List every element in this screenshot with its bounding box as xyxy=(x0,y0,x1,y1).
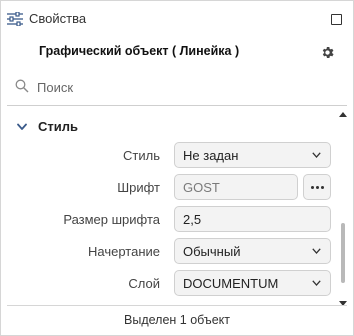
font-size-input[interactable]: 2,5 xyxy=(174,206,331,232)
typeface-style-value: Обычный xyxy=(183,243,241,259)
typeface-style-select[interactable]: Обычный xyxy=(174,238,331,264)
panel-header: Свойства xyxy=(1,1,353,37)
font-browse-button[interactable] xyxy=(303,174,331,200)
search-box xyxy=(15,77,335,97)
ellipsis-icon xyxy=(310,185,314,189)
font-field: GOST xyxy=(174,174,298,200)
selection-status: Выделен 1 объект xyxy=(124,313,230,327)
panel-title: Свойства xyxy=(29,11,87,26)
search-icon xyxy=(15,79,29,93)
typeface-style-label: Начертание xyxy=(88,244,160,259)
style-select[interactable]: Не задан xyxy=(174,142,331,168)
font-value: GOST xyxy=(183,179,220,195)
font-label: Шрифт xyxy=(117,180,160,195)
chevron-down-icon xyxy=(312,152,321,158)
scroll-up-arrow-icon[interactable] xyxy=(339,112,347,117)
font-size-value: 2,5 xyxy=(183,211,202,227)
maximize-icon[interactable] xyxy=(331,14,342,25)
style-value: Не задан xyxy=(183,147,239,163)
object-title: Графический объект ( Линейка ) xyxy=(39,44,240,58)
search-divider xyxy=(7,105,347,106)
scrollbar-thumb[interactable] xyxy=(341,223,345,283)
section-label: Стиль xyxy=(38,119,78,134)
font-size-label: Размер шрифта xyxy=(63,212,160,227)
properties-sliders-icon xyxy=(7,12,23,26)
status-divider xyxy=(7,305,347,306)
layer-value: DOCUMENTUM xyxy=(183,275,279,291)
layer-select[interactable]: DOCUMENTUM xyxy=(174,270,331,296)
chevron-down-icon xyxy=(312,248,321,254)
search-input[interactable] xyxy=(37,77,327,97)
chevron-down-icon xyxy=(312,280,321,286)
chevron-down-icon xyxy=(17,123,27,130)
properties-panel: Свойства Графический объект ( Линейка ) … xyxy=(0,0,354,336)
gear-icon[interactable] xyxy=(320,45,335,60)
style-label: Стиль xyxy=(123,148,160,163)
layer-label: Слой xyxy=(128,276,160,291)
